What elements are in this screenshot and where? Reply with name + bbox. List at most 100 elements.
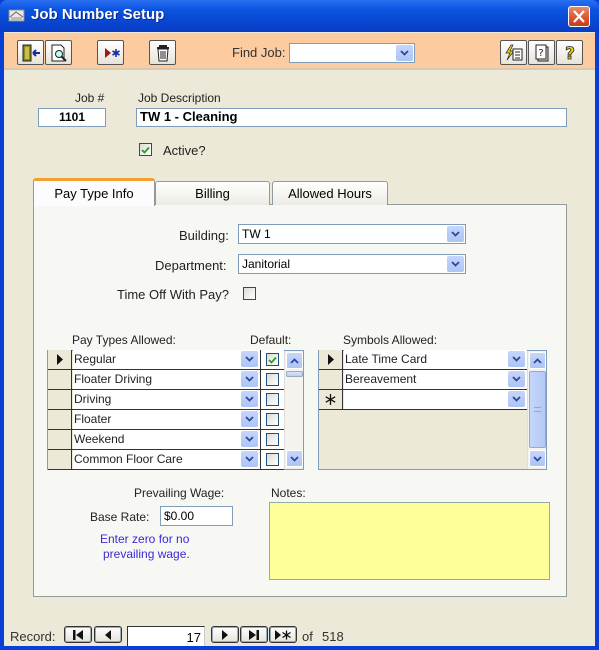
chevron-down-icon[interactable] [241, 411, 258, 427]
print-preview-button[interactable] [45, 40, 72, 65]
chevron-down-icon[interactable] [241, 351, 258, 367]
building-value: TW 1 [242, 227, 271, 241]
default-checkbox[interactable] [266, 433, 279, 446]
pay-types-grid: Regular Floater Driving Driving Floater Week… [47, 350, 304, 470]
row-selector[interactable] [319, 350, 343, 369]
row-selector[interactable] [48, 410, 72, 429]
default-cell [260, 350, 284, 369]
default-checkbox[interactable] [266, 373, 279, 386]
chevron-down-icon[interactable] [396, 45, 413, 61]
help-button[interactable]: ? [556, 40, 583, 65]
default-checkbox[interactable] [266, 453, 279, 466]
pay-type-combo[interactable]: Weekend [73, 430, 260, 449]
base-rate-field[interactable]: $0.00 [160, 506, 233, 526]
pay-type-combo[interactable]: Common Floor Care [73, 450, 260, 469]
scroll-down-button[interactable] [286, 450, 303, 467]
building-combo[interactable]: TW 1 [238, 224, 466, 244]
scroll-down-button[interactable] [529, 450, 546, 467]
chevron-down-icon[interactable] [241, 391, 258, 407]
row-selector[interactable] [319, 390, 343, 409]
row-selector[interactable] [48, 390, 72, 409]
pay-type-combo[interactable]: Regular [73, 350, 260, 369]
chevron-down-icon[interactable] [241, 431, 258, 447]
pay-type-combo[interactable]: Driving [73, 390, 260, 409]
next-record-button[interactable] [211, 626, 239, 643]
pay-type-name: Weekend [74, 432, 125, 446]
chevron-down-icon[interactable] [447, 226, 464, 242]
time-off-with-pay-checkbox[interactable] [243, 287, 256, 300]
pay-type-row[interactable]: Weekend [48, 430, 284, 450]
chevron-down-icon[interactable] [508, 371, 525, 387]
department-combo[interactable]: Janitorial [238, 254, 466, 274]
tab-pay-type-info[interactable]: Pay Type Info [33, 178, 155, 206]
scroll-thumb[interactable] [286, 371, 303, 377]
pay-type-row[interactable]: Floater [48, 410, 284, 430]
chevron-down-icon[interactable] [508, 391, 525, 407]
tab-allowed-hours[interactable]: Allowed Hours [272, 181, 388, 205]
tab-billing[interactable]: Billing [155, 181, 270, 205]
default-cell [260, 410, 284, 429]
pay-type-row[interactable]: Common Floor Care [48, 450, 284, 470]
symbol-new-row[interactable] [319, 390, 527, 410]
pay-type-row[interactable]: Driving [48, 390, 284, 410]
job-description-field[interactable]: TW 1 - Cleaning [136, 108, 567, 127]
close-button[interactable] [568, 6, 590, 27]
pay-type-row[interactable]: Floater Driving [48, 370, 284, 390]
row-selector[interactable] [48, 350, 72, 369]
form-help-button[interactable]: ? [528, 40, 555, 65]
row-selector[interactable] [48, 450, 72, 469]
chevron-down-icon[interactable] [241, 451, 258, 467]
symbol-combo[interactable]: Bereavement [344, 370, 527, 389]
scroll-up-button[interactable] [286, 352, 303, 369]
row-selector[interactable] [48, 370, 72, 389]
symbols-grid: Late Time Card Bereavement [318, 350, 547, 470]
pay-type-name: Floater Driving [74, 372, 153, 386]
delete-button[interactable] [149, 40, 176, 65]
symbol-row[interactable]: Bereavement [319, 370, 527, 390]
scroll-up-button[interactable] [529, 352, 546, 369]
trash-icon [156, 44, 169, 61]
chevron-down-icon[interactable] [241, 371, 258, 387]
new-record-button[interactable] [97, 40, 124, 65]
close-x-icon [573, 10, 585, 23]
default-checkbox[interactable] [266, 353, 279, 366]
pay-type-combo[interactable]: Floater [73, 410, 260, 429]
find-job-combo[interactable] [289, 43, 415, 63]
notes-field[interactable] [269, 502, 550, 580]
row-selector[interactable] [48, 430, 72, 449]
door-exit-icon [22, 44, 40, 61]
quick-edit-button[interactable] [500, 40, 527, 65]
symbol-combo[interactable] [344, 390, 527, 409]
previous-record-button[interactable] [94, 626, 122, 643]
row-selector[interactable] [319, 370, 343, 389]
building-label: Building: [179, 228, 229, 243]
default-cell [260, 390, 284, 409]
default-checkbox[interactable] [266, 413, 279, 426]
scroll-thumb[interactable] [529, 371, 546, 448]
default-checkbox[interactable] [266, 393, 279, 406]
pay-types-allowed-label: Pay Types Allowed: [72, 333, 176, 347]
checkmark-icon [141, 146, 150, 154]
pay-type-row[interactable]: Regular [48, 350, 284, 370]
pay-type-combo[interactable]: Floater Driving [73, 370, 260, 389]
window-title: Job Number Setup [31, 6, 165, 23]
chevron-down-icon[interactable] [508, 351, 525, 367]
pay-types-scrollbar[interactable] [284, 351, 303, 469]
time-off-with-pay-label: Time Off With Pay? [117, 287, 229, 302]
last-record-button[interactable] [240, 626, 268, 643]
active-checkbox[interactable] [139, 143, 152, 156]
first-record-button[interactable] [64, 626, 92, 643]
symbol-combo[interactable]: Late Time Card [344, 350, 527, 369]
chevron-down-icon[interactable] [447, 256, 464, 272]
current-record-field[interactable]: 17 [127, 626, 205, 646]
exit-button[interactable] [17, 40, 44, 65]
job-number-field[interactable]: 1101 [38, 108, 106, 127]
question-mark-icon: ? [564, 43, 575, 62]
symbols-scrollbar[interactable] [527, 351, 546, 469]
symbol-name: Bereavement [345, 372, 417, 386]
hint-line-2: prevailing wage. [103, 547, 190, 561]
symbol-row[interactable]: Late Time Card [319, 350, 527, 370]
new-record-nav-button[interactable] [269, 626, 297, 643]
first-record-icon [73, 629, 83, 640]
current-row-icon [328, 354, 334, 365]
